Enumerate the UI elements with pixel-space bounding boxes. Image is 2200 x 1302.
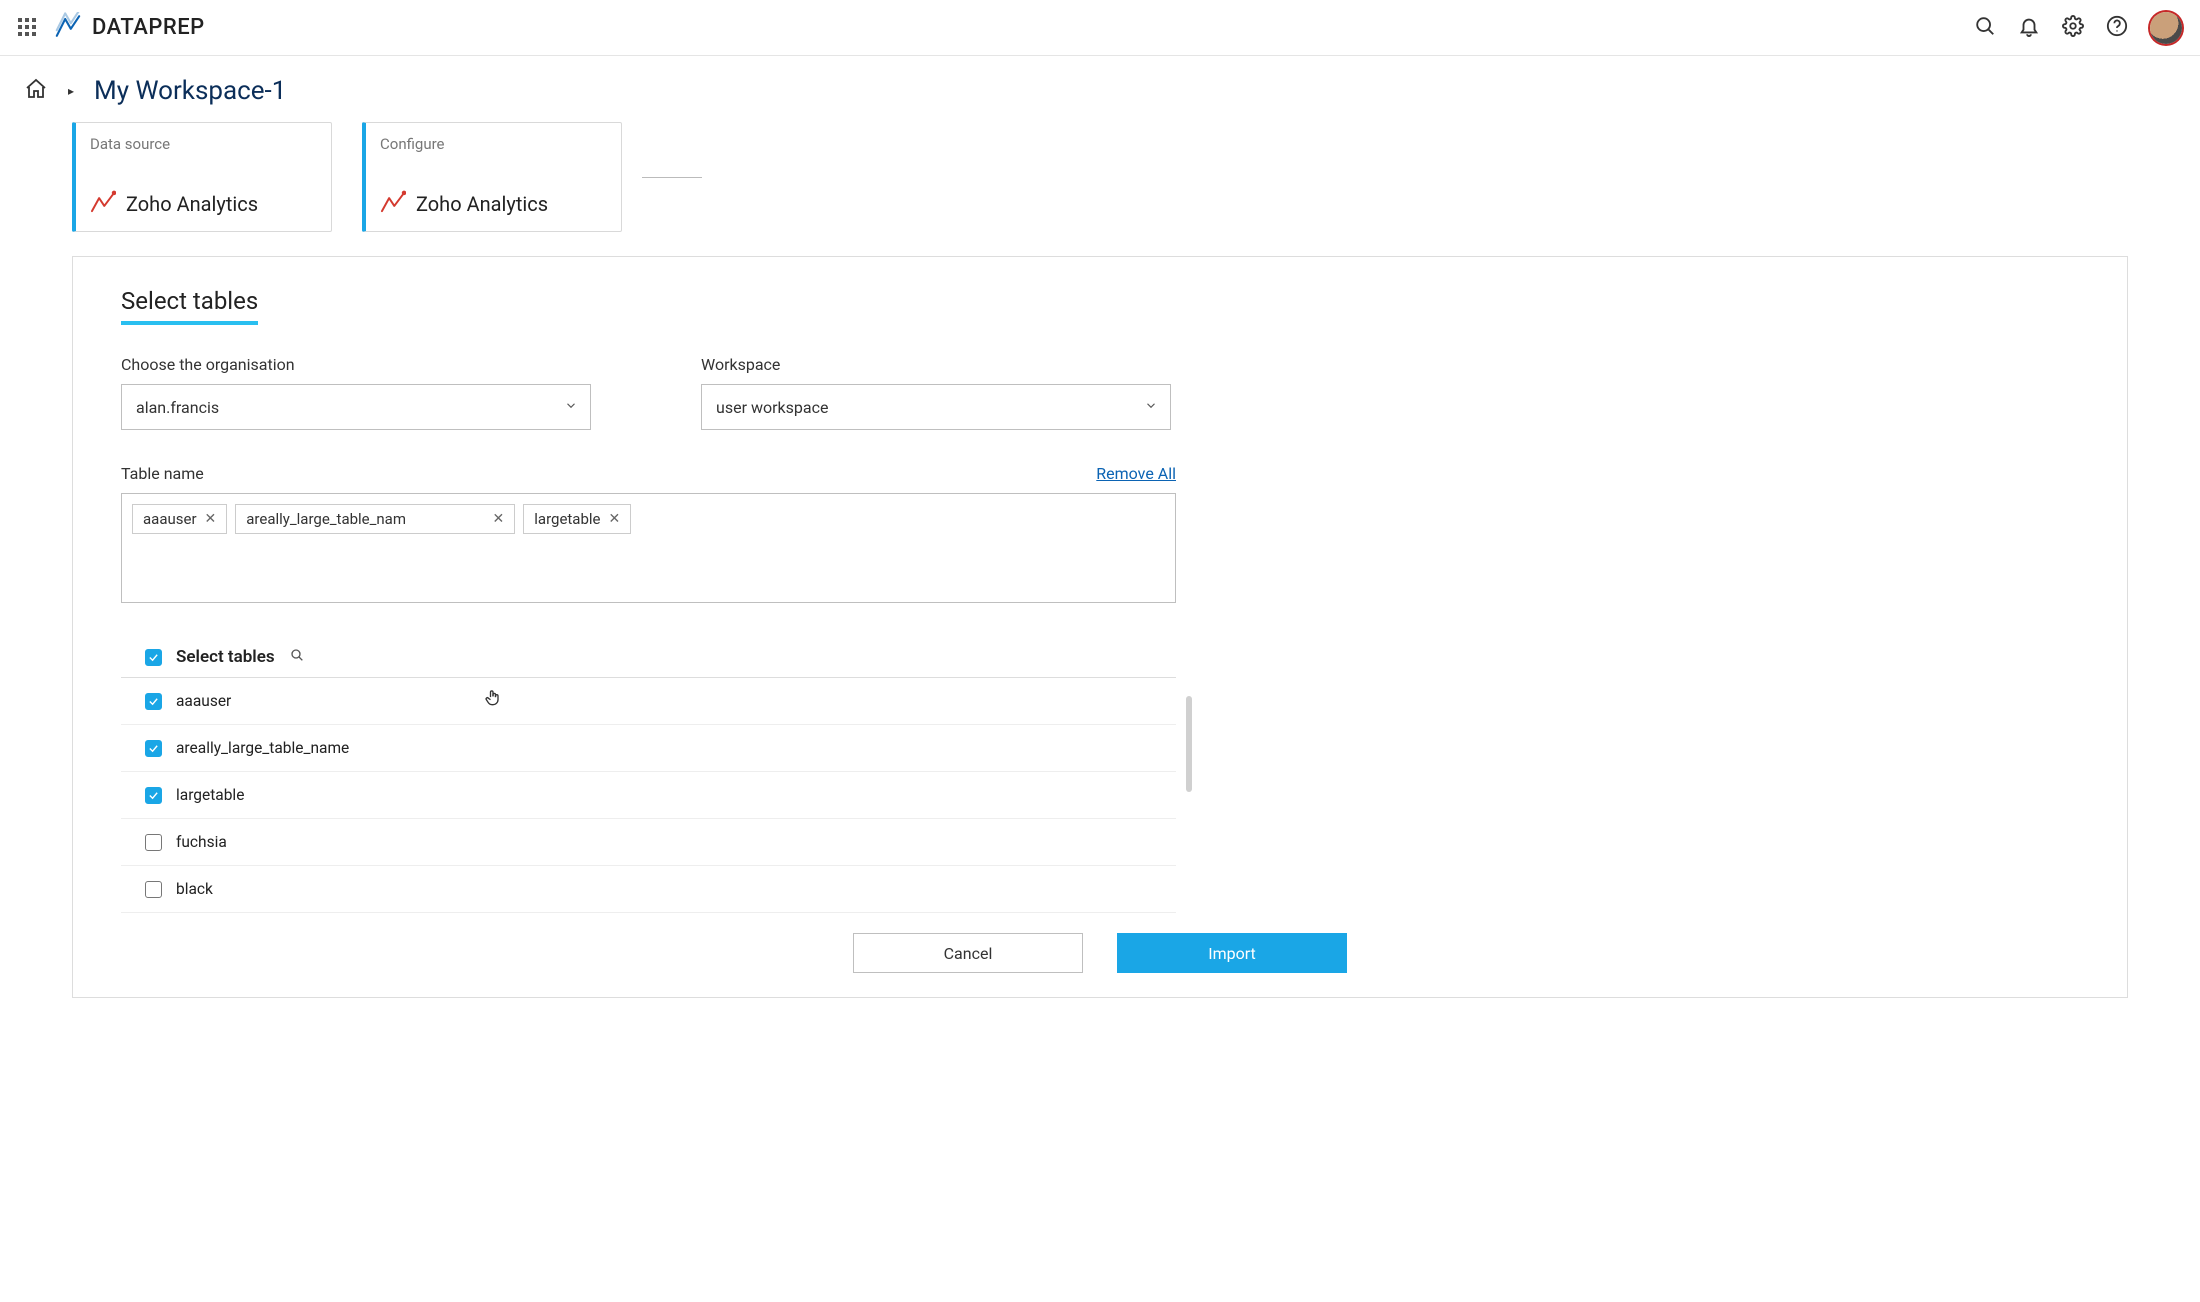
form-row: Choose the organisation alan.francis Wor… (121, 355, 2079, 430)
table-row[interactable]: fuchsia (121, 819, 1176, 866)
org-label: Choose the organisation (121, 355, 591, 374)
workspace-group: Workspace user workspace (701, 355, 1171, 430)
close-icon[interactable]: ✕ (493, 511, 505, 527)
table-checkbox[interactable] (145, 693, 162, 710)
table-name-header: Table name Remove All (121, 464, 1176, 483)
cursor-pointer-icon (483, 688, 503, 712)
step-label: Data source (90, 135, 317, 153)
tag-label: aaauser (143, 510, 197, 528)
tables-list-section: Select tables aaauser (121, 637, 1176, 913)
dataprep-logo-icon (54, 12, 82, 44)
org-value: alan.francis (136, 398, 219, 417)
step-value: Zoho Analytics (416, 192, 548, 216)
breadcrumb-separator-icon: ▸ (68, 84, 74, 98)
app-name: DATAPREP (92, 15, 205, 40)
remove-all-link[interactable]: Remove All (1096, 464, 1176, 483)
breadcrumb-title[interactable]: My Workspace-1 (94, 76, 286, 106)
help-icon[interactable] (2106, 15, 2128, 41)
tag-largetable: largetable ✕ (523, 504, 631, 534)
step-card-data-source[interactable]: Data source Zoho Analytics (72, 122, 332, 232)
import-button[interactable]: Import (1117, 933, 1347, 973)
tables-list-title: Select tables (176, 647, 275, 667)
workspace-value: user workspace (716, 398, 828, 417)
close-icon[interactable]: ✕ (608, 511, 620, 527)
table-row[interactable]: areally_large_table_name (121, 725, 1176, 772)
table-row[interactable]: largetable (121, 772, 1176, 819)
settings-gear-icon[interactable] (2062, 15, 2084, 41)
table-checkbox[interactable] (145, 834, 162, 851)
table-name-label: Table name (121, 464, 204, 483)
panel-footer: Cancel Import (121, 933, 2079, 973)
section-title: Select tables (121, 287, 258, 325)
tag-label: areally_large_table_nam (246, 510, 406, 528)
table-name: largetable (176, 786, 244, 804)
avatar[interactable] (2150, 12, 2182, 44)
table-checkbox[interactable] (145, 740, 162, 757)
page-body: Data source Zoho Analytics Configure (0, 112, 2200, 1038)
table-checkbox[interactable] (145, 881, 162, 898)
table-checkbox[interactable] (145, 787, 162, 804)
step-label: Configure (380, 135, 607, 153)
workspace-select[interactable]: user workspace (701, 384, 1171, 430)
workspace-label: Workspace (701, 355, 1171, 374)
chevron-down-icon (564, 398, 578, 417)
breadcrumb: ▸ My Workspace-1 (0, 56, 2200, 112)
tag-areally-large: areally_large_table_nam ✕ (235, 504, 515, 534)
cancel-button[interactable]: Cancel (853, 933, 1083, 973)
tables-list-header: Select tables (121, 637, 1176, 678)
top-bar: DATAPREP (0, 0, 2200, 56)
chevron-down-icon (1144, 398, 1158, 417)
tables-list[interactable]: aaauser areally_la (121, 678, 1176, 913)
zoho-analytics-icon (380, 189, 406, 219)
table-row[interactable]: black (121, 866, 1176, 913)
close-icon[interactable]: ✕ (205, 511, 217, 527)
tag-aaauser: aaauser ✕ (132, 504, 227, 534)
step-value: Zoho Analytics (126, 192, 258, 216)
org-group: Choose the organisation alan.francis (121, 355, 591, 430)
table-name: black (176, 880, 213, 898)
tag-label: largetable (534, 510, 600, 528)
search-icon[interactable] (1974, 15, 1996, 41)
org-select[interactable]: alan.francis (121, 384, 591, 430)
topbar-right (1974, 12, 2182, 44)
bell-icon[interactable] (2018, 15, 2040, 41)
table-row[interactable]: aaauser (121, 678, 1176, 725)
apps-grid-icon[interactable] (18, 18, 38, 38)
step-card-configure[interactable]: Configure Zoho Analytics (362, 122, 622, 232)
steps-row: Data source Zoho Analytics Configure (60, 112, 2140, 256)
search-icon[interactable] (289, 647, 305, 667)
table-name: areally_large_table_name (176, 739, 349, 757)
step-connector (642, 177, 702, 178)
app-logo[interactable]: DATAPREP (54, 12, 205, 44)
select-all-checkbox[interactable] (145, 649, 162, 666)
config-panel: Select tables Choose the organisation al… (72, 256, 2128, 998)
table-name: aaauser (176, 692, 231, 710)
zoho-analytics-icon (90, 189, 116, 219)
topbar-left: DATAPREP (18, 12, 205, 44)
scrollbar-thumb[interactable] (1186, 696, 1192, 792)
home-icon[interactable] (24, 77, 48, 105)
selected-tables-tagbox[interactable]: aaauser ✕ areally_large_table_nam ✕ larg… (121, 493, 1176, 603)
table-name: fuchsia (176, 833, 227, 851)
